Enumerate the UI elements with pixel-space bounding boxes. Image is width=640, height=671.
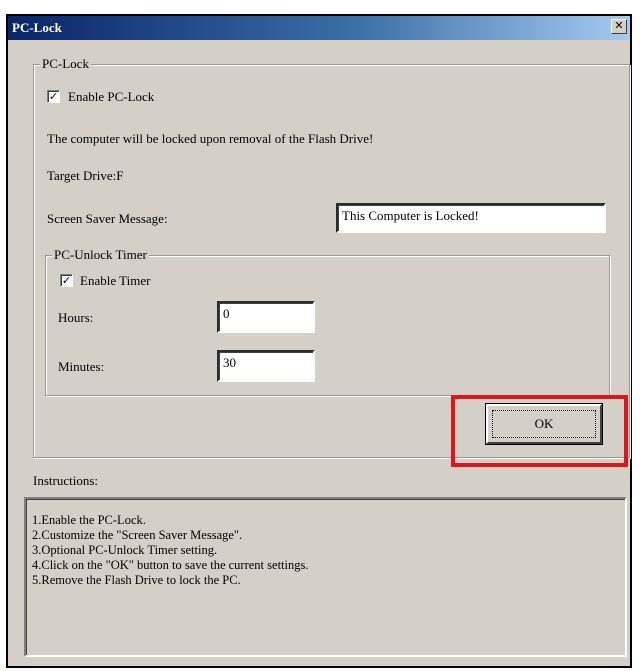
instructions-label: Instructions: — [33, 473, 98, 488]
screen-saver-message-label: Screen Saver Message: — [47, 211, 168, 226]
instruction-line: 5.Remove the Flash Drive to lock the PC. — [32, 573, 241, 587]
window-title: PC-Lock — [12, 20, 62, 35]
minutes-label: Minutes: — [58, 359, 105, 374]
enable-timer-label[interactable]: Enable Timer — [80, 273, 150, 289]
info-text: The computer will be locked upon removal… — [47, 131, 374, 146]
title-bar[interactable]: PC-Lock ✕ — [8, 16, 630, 40]
highlight-box — [451, 395, 628, 467]
instruction-line: 2.Customize the "Screen Saver Message". — [32, 528, 243, 542]
instructions-box: 1.Enable the PC-Lock. 2.Customize the "S… — [24, 497, 627, 657]
instruction-line: 1.Enable the PC-Lock. — [32, 513, 146, 527]
instruction-line: 3.Optional PC-Unlock Timer setting. — [32, 543, 218, 557]
pc-lock-group-legend: PC-Lock — [40, 56, 91, 72]
hours-label: Hours: — [58, 310, 94, 325]
hours-input[interactable]: 0 — [217, 301, 315, 333]
close-icon[interactable]: ✕ — [611, 19, 627, 34]
pc-unlock-timer-legend: PC-Unlock Timer — [52, 247, 149, 263]
screen-saver-message-input[interactable]: This Computer is Locked! — [336, 203, 606, 233]
minutes-input[interactable]: 30 — [217, 350, 315, 382]
enable-timer-checkbox[interactable]: ✓ — [60, 274, 73, 287]
enable-pc-lock-label[interactable]: Enable PC-Lock — [68, 89, 154, 105]
target-drive-text: Target Drive:F — [47, 168, 124, 183]
enable-pc-lock-checkbox[interactable]: ✓ — [47, 90, 60, 103]
instruction-line: 4.Click on the "OK" button to save the c… — [32, 558, 309, 572]
